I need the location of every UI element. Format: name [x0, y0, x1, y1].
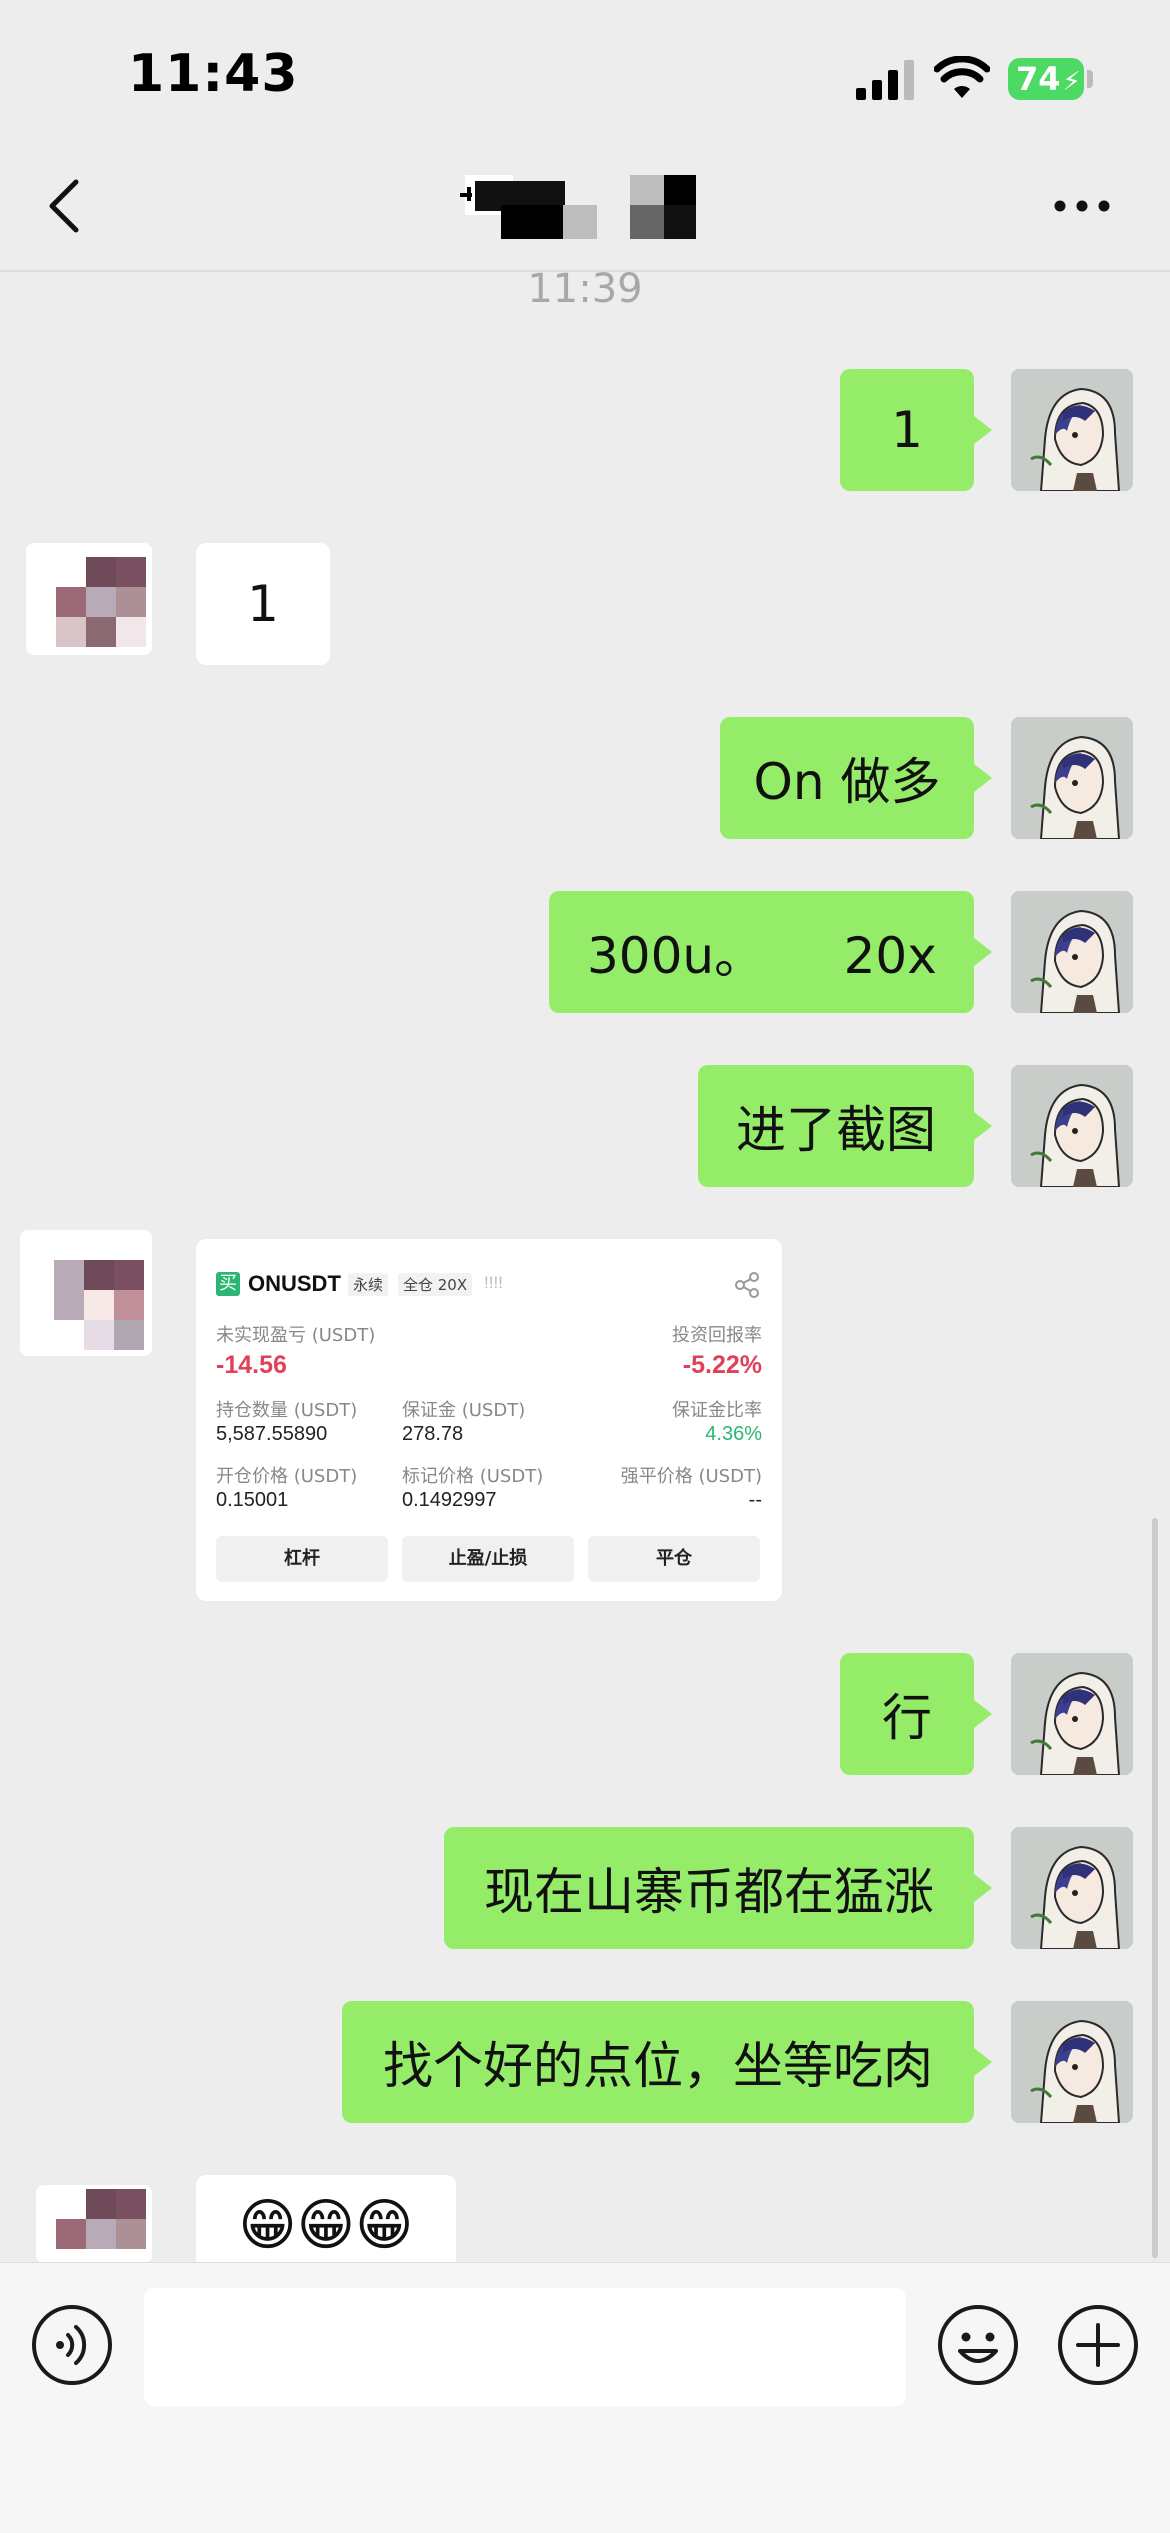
message-bubble-received[interactable]: 1 [196, 543, 330, 665]
margin-tag: 全仓 20X [398, 1273, 473, 1296]
chat-title-redacted [455, 175, 696, 239]
status-time: 11:43 [128, 44, 299, 104]
back-button[interactable] [40, 176, 90, 236]
plus-button[interactable] [1056, 2303, 1140, 2387]
size-label: 持仓数量 (USDT) [216, 1400, 358, 1421]
message-text: 300u。 20x [587, 927, 937, 985]
contact-avatar-redacted[interactable] [36, 2185, 152, 2263]
liquidation-price-label: 强平价格 (USDT) [620, 1466, 762, 1487]
margin-ratio-label: 保证金比率 [672, 1400, 762, 1421]
position-screenshot-card[interactable]: 买 ONUSDT 永续 全仓 20X !!!! 未实现盈亏 (USDT) -14… [196, 1239, 782, 1601]
margin-label: 保证金 (USDT) [402, 1400, 526, 1421]
tp-sl-button[interactable]: 止盈/止损 [402, 1536, 574, 1582]
my-avatar[interactable] [1011, 369, 1133, 491]
symbol: ONUSDT [248, 1271, 341, 1296]
share-button[interactable] [734, 1271, 762, 1299]
battery-cap [1087, 70, 1093, 88]
hooded-character-avatar-icon [1011, 2001, 1133, 2123]
emoji-message: 😁😁😁 [238, 2192, 414, 2258]
message-text: 进了截图 [736, 1101, 936, 1159]
battery-indicator: 74⚡ [1008, 58, 1084, 100]
emoji-icon [938, 2305, 1018, 2385]
close-position-button[interactable]: 平仓 [588, 1536, 760, 1582]
message-input[interactable] [144, 2288, 906, 2406]
my-avatar[interactable] [1011, 2001, 1133, 2123]
entry-price-value: 0.15001 [216, 1489, 289, 1511]
chat-timestamp: 11:39 [527, 266, 643, 312]
signal-icon [856, 60, 916, 100]
message-bubble-sent[interactable]: 进了截图 [698, 1065, 992, 1187]
hooded-character-avatar-icon [1011, 891, 1133, 1013]
roi-value: -5.22% [682, 1351, 762, 1379]
size-value: 5,587.55890 [216, 1423, 328, 1445]
message-bubble-received[interactable]: 😁😁😁 [196, 2175, 456, 2275]
message-text: 现在山寨币都在猛涨 [484, 1863, 934, 1921]
emoji-button[interactable] [936, 2303, 1020, 2387]
unrealized-pnl-label: 未实现盈亏 (USDT) [216, 1325, 376, 1346]
more-dots-icon [1054, 200, 1110, 212]
perpetual-tag: 永续 [348, 1273, 389, 1296]
hooded-character-avatar-icon [1011, 717, 1133, 839]
my-avatar[interactable] [1011, 1653, 1133, 1775]
my-avatar[interactable] [1011, 1065, 1133, 1187]
voice-button[interactable] [30, 2303, 114, 2387]
mark-price-value: 0.1492997 [402, 1489, 497, 1511]
message-bubble-sent[interactable]: 现在山寨币都在猛涨 [444, 1827, 992, 1949]
my-avatar[interactable] [1011, 891, 1133, 1013]
chevron-left-icon [49, 179, 79, 233]
signal-bars: !!!! [484, 1273, 503, 1292]
message-bubble-sent[interactable]: 1 [840, 369, 992, 491]
scrollbar[interactable] [1152, 1518, 1158, 2258]
message-text: 找个好的点位，坐等吃肉 [383, 2037, 933, 2095]
my-avatar[interactable] [1011, 1827, 1133, 1949]
message-bubble-sent[interactable]: 行 [840, 1653, 992, 1775]
contact-avatar-redacted[interactable] [20, 1230, 152, 1356]
message-bubble-sent[interactable]: 找个好的点位，坐等吃肉 [342, 2001, 992, 2123]
my-avatar[interactable] [1011, 717, 1133, 839]
unrealized-pnl-value: -14.56 [216, 1351, 287, 1379]
hooded-character-avatar-icon [1011, 1653, 1133, 1775]
message-text: 1 [247, 575, 279, 633]
share-icon [735, 1272, 759, 1298]
liquidation-price-value: -- [748, 1489, 762, 1511]
leverage-button[interactable]: 杠杆 [216, 1536, 388, 1582]
message-text: On 做多 [753, 753, 941, 811]
plus-icon [1058, 2305, 1138, 2385]
margin-value: 278.78 [402, 1423, 464, 1445]
message-text: 行 [882, 1689, 932, 1747]
message-bubble-sent[interactable]: 300u。 20x [549, 891, 992, 1013]
hooded-character-avatar-icon [1011, 1827, 1133, 1949]
mark-price-label: 标记价格 (USDT) [402, 1466, 544, 1487]
voice-icon [32, 2305, 112, 2385]
wifi-icon [933, 55, 991, 100]
charging-icon: ⚡ [1062, 67, 1081, 97]
margin-ratio-value: 4.36% [705, 1423, 762, 1445]
buy-badge: 买 [216, 1272, 240, 1296]
contact-avatar-redacted[interactable] [26, 543, 152, 655]
message-bubble-sent[interactable]: On 做多 [720, 717, 992, 839]
roi-label: 投资回报率 [672, 1325, 762, 1346]
more-button[interactable] [1050, 188, 1120, 224]
message-text: 1 [891, 401, 923, 459]
hooded-character-avatar-icon [1011, 1065, 1133, 1187]
hooded-character-avatar-icon [1011, 369, 1133, 491]
entry-price-label: 开仓价格 (USDT) [216, 1466, 358, 1487]
battery-level: 74 [1016, 60, 1061, 98]
